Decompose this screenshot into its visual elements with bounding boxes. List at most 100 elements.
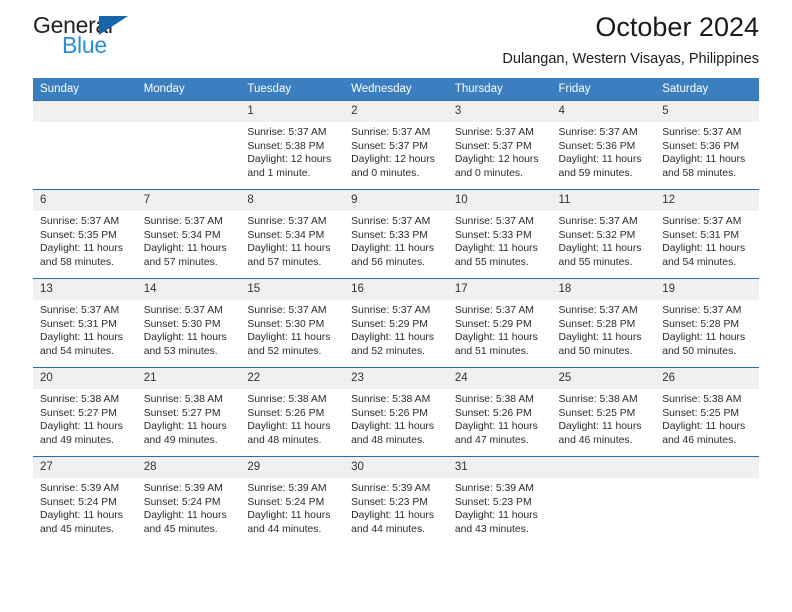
sunset-time: Sunset: 5:23 PM (351, 496, 428, 508)
calendar-day-cell[interactable]: 14 Sunrise: 5:37 AM Sunset: 5:30 PM Dayligh… (136, 278, 241, 368)
day-number: 30 (344, 457, 448, 478)
sunset-time: Sunset: 5:34 PM (143, 229, 221, 241)
daylight-duration-line1: Daylight: 11 hours (662, 243, 746, 255)
sunset-time: Sunset: 5:30 PM (247, 318, 325, 330)
day-number: 9 (344, 190, 448, 211)
day-number: 5 (655, 101, 759, 122)
day-number: 6 (33, 190, 137, 211)
sunset-time: Sunset: 5:28 PM (558, 318, 636, 330)
calendar-day-cell[interactable]: 4 Sunrise: 5:37 AM Sunset: 5:36 PM Daylight… (551, 100, 656, 190)
calendar-day-cell[interactable]: 17 Sunrise: 5:37 AM Sunset: 5:29 PM Dayligh… (447, 278, 552, 368)
daylight-duration-line1: Daylight: 11 hours (247, 243, 331, 255)
day-number (136, 101, 241, 122)
calendar-day-cell[interactable]: 23 Sunrise: 5:38 AM Sunset: 5:26 PM Dayligh… (344, 367, 448, 457)
sunrise-time: Sunrise: 5:37 AM (143, 305, 223, 316)
day-number (655, 457, 759, 478)
day-number: 26 (655, 368, 759, 389)
sunset-time: Sunset: 5:33 PM (454, 229, 532, 241)
daylight-duration-line1: Daylight: 11 hours (40, 510, 123, 522)
sunset-time: Sunset: 5:24 PM (143, 496, 221, 508)
daylight-duration-line1: Daylight: 11 hours (454, 510, 538, 522)
calendar-day-cell[interactable]: 9 Sunrise: 5:37 AM Sunset: 5:33 PM Daylight… (344, 189, 448, 279)
calendar-day-cell[interactable]: 1 Sunrise: 5:37 AM Sunset: 5:38 PM Daylight… (240, 100, 345, 190)
calendar-day-cell[interactable]: 16 Sunrise: 5:37 AM Sunset: 5:29 PM Dayligh… (344, 278, 448, 368)
calendar-day-cell[interactable]: 13 Sunrise: 5:37 AM Sunset: 5:31 PM Dayligh… (33, 278, 137, 368)
calendar-day-cell[interactable]: 6 Sunrise: 5:37 AM Sunset: 5:35 PM Daylight… (33, 189, 137, 279)
day-details: Sunrise: 5:37 AM Sunset: 5:28 PM Daylight:… (655, 300, 759, 358)
calendar-day-cell[interactable]: 28 Sunrise: 5:39 AM Sunset: 5:24 PM Dayligh… (136, 456, 241, 546)
daylight-duration-line2: and 52 minutes. (247, 345, 322, 357)
day-number: 31 (447, 457, 552, 478)
calendar-day-cell[interactable]: 18 Sunrise: 5:37 AM Sunset: 5:28 PM Dayligh… (551, 278, 656, 368)
daylight-duration-line2: and 59 minutes. (558, 167, 633, 179)
calendar-day-cell[interactable]: 25 Sunrise: 5:38 AM Sunset: 5:25 PM Dayligh… (551, 367, 656, 457)
calendar-day-cell[interactable]: 30 Sunrise: 5:39 AM Sunset: 5:23 PM Dayligh… (344, 456, 448, 546)
calendar-empty-cell (136, 100, 241, 190)
daylight-duration-line2: and 57 minutes. (247, 256, 322, 268)
calendar-day-cell[interactable]: 12 Sunrise: 5:37 AM Sunset: 5:31 PM Dayligh… (655, 189, 759, 279)
daylight-duration-line1: Daylight: 11 hours (143, 421, 227, 433)
day-number: 11 (551, 190, 656, 211)
daylight-duration-line1: Daylight: 11 hours (662, 332, 746, 344)
day-details: Sunrise: 5:37 AM Sunset: 5:37 PM Daylight:… (448, 122, 552, 180)
calendar-day-cell[interactable]: 10 Sunrise: 5:37 AM Sunset: 5:33 PM Dayligh… (447, 189, 552, 279)
day-details: Sunrise: 5:39 AM Sunset: 5:24 PM Daylight:… (33, 478, 137, 536)
daylight-duration-line2: and 54 minutes. (40, 345, 114, 357)
sunrise-time: Sunrise: 5:39 AM (454, 483, 534, 494)
sunrise-time: Sunrise: 5:37 AM (558, 127, 638, 138)
sunset-time: Sunset: 5:29 PM (454, 318, 532, 330)
calendar-day-cell[interactable]: 26 Sunrise: 5:38 AM Sunset: 5:25 PM Dayligh… (655, 367, 759, 457)
day-details: Sunrise: 5:37 AM Sunset: 5:38 PM Daylight:… (240, 122, 344, 180)
daylight-duration-line2: and 57 minutes. (143, 256, 218, 268)
day-number: 17 (447, 279, 552, 300)
day-details: Sunrise: 5:38 AM Sunset: 5:27 PM Daylight:… (137, 389, 241, 447)
weekday-header-saturday: Saturday (655, 78, 759, 101)
sunrise-time: Sunrise: 5:37 AM (351, 127, 431, 138)
day-details: Sunrise: 5:37 AM Sunset: 5:37 PM Daylight:… (344, 122, 448, 180)
calendar-day-cell[interactable]: 24 Sunrise: 5:38 AM Sunset: 5:26 PM Dayligh… (447, 367, 552, 457)
day-number: 25 (551, 368, 656, 389)
calendar-day-cell[interactable]: 31 Sunrise: 5:39 AM Sunset: 5:23 PM Dayligh… (447, 456, 552, 546)
calendar-day-cell[interactable]: 27 Sunrise: 5:39 AM Sunset: 5:24 PM Dayligh… (33, 456, 137, 546)
daylight-duration-line1: Daylight: 11 hours (351, 332, 435, 344)
sunrise-time: Sunrise: 5:37 AM (454, 216, 534, 227)
day-details: Sunrise: 5:37 AM Sunset: 5:31 PM Daylight:… (655, 211, 759, 269)
calendar-day-cell[interactable]: 3 Sunrise: 5:37 AM Sunset: 5:37 PM Daylight… (447, 100, 552, 190)
sunrise-time: Sunrise: 5:37 AM (351, 216, 431, 227)
sunrise-time: Sunrise: 5:39 AM (351, 483, 431, 494)
daylight-duration-line1: Daylight: 11 hours (351, 510, 435, 522)
calendar-day-cell[interactable]: 5 Sunrise: 5:37 AM Sunset: 5:36 PM Daylight… (655, 100, 759, 190)
sunrise-time: Sunrise: 5:37 AM (662, 127, 742, 138)
daylight-duration-line1: Daylight: 11 hours (662, 154, 746, 166)
calendar-day-cell[interactable]: 11 Sunrise: 5:37 AM Sunset: 5:32 PM Dayligh… (551, 189, 656, 279)
daylight-duration-line2: and 46 minutes. (558, 434, 633, 446)
calendar-day-cell[interactable]: 22 Sunrise: 5:38 AM Sunset: 5:26 PM Dayligh… (240, 367, 345, 457)
weekday-header-tuesday: Tuesday (240, 78, 345, 101)
calendar-body: 1 Sunrise: 5:37 AM Sunset: 5:38 PM Daylight… (33, 100, 759, 546)
sunrise-time: Sunrise: 5:39 AM (143, 483, 223, 494)
calendar-day-cell[interactable]: 21 Sunrise: 5:38 AM Sunset: 5:27 PM Dayligh… (136, 367, 241, 457)
sunset-time: Sunset: 5:25 PM (662, 407, 740, 419)
calendar-day-cell[interactable]: 15 Sunrise: 5:37 AM Sunset: 5:30 PM Dayligh… (240, 278, 345, 368)
calendar-day-cell[interactable]: 8 Sunrise: 5:37 AM Sunset: 5:34 PM Daylight… (240, 189, 345, 279)
calendar-day-cell[interactable]: 20 Sunrise: 5:38 AM Sunset: 5:27 PM Dayligh… (33, 367, 137, 457)
calendar-day-cell[interactable]: 2 Sunrise: 5:37 AM Sunset: 5:37 PM Daylight… (344, 100, 448, 190)
sunset-time: Sunset: 5:27 PM (40, 407, 117, 419)
sunrise-time: Sunrise: 5:37 AM (247, 127, 327, 138)
sunrise-time: Sunrise: 5:38 AM (247, 394, 327, 405)
daylight-duration-line2: and 45 minutes. (40, 523, 114, 535)
calendar-day-cell[interactable]: 29 Sunrise: 5:39 AM Sunset: 5:24 PM Dayligh… (240, 456, 345, 546)
daylight-duration-line2: and 50 minutes. (662, 345, 737, 357)
daylight-duration-line2: and 49 minutes. (143, 434, 218, 446)
daylight-duration-line2: and 47 minutes. (454, 434, 529, 446)
weekday-header-monday: Monday (136, 78, 241, 101)
daylight-duration-line2: and 48 minutes. (351, 434, 426, 446)
sunrise-time: Sunrise: 5:38 AM (40, 394, 120, 405)
day-details: Sunrise: 5:37 AM Sunset: 5:36 PM Daylight:… (552, 122, 656, 180)
calendar-day-cell[interactable]: 7 Sunrise: 5:37 AM Sunset: 5:34 PM Daylight… (136, 189, 241, 279)
day-number: 8 (240, 190, 345, 211)
day-details: Sunrise: 5:38 AM Sunset: 5:26 PM Daylight:… (344, 389, 448, 447)
day-details: Sunrise: 5:38 AM Sunset: 5:27 PM Daylight:… (33, 389, 137, 447)
calendar-day-cell[interactable]: 19 Sunrise: 5:37 AM Sunset: 5:28 PM Dayligh… (655, 278, 759, 368)
day-details: Sunrise: 5:39 AM Sunset: 5:23 PM Daylight:… (448, 478, 552, 536)
